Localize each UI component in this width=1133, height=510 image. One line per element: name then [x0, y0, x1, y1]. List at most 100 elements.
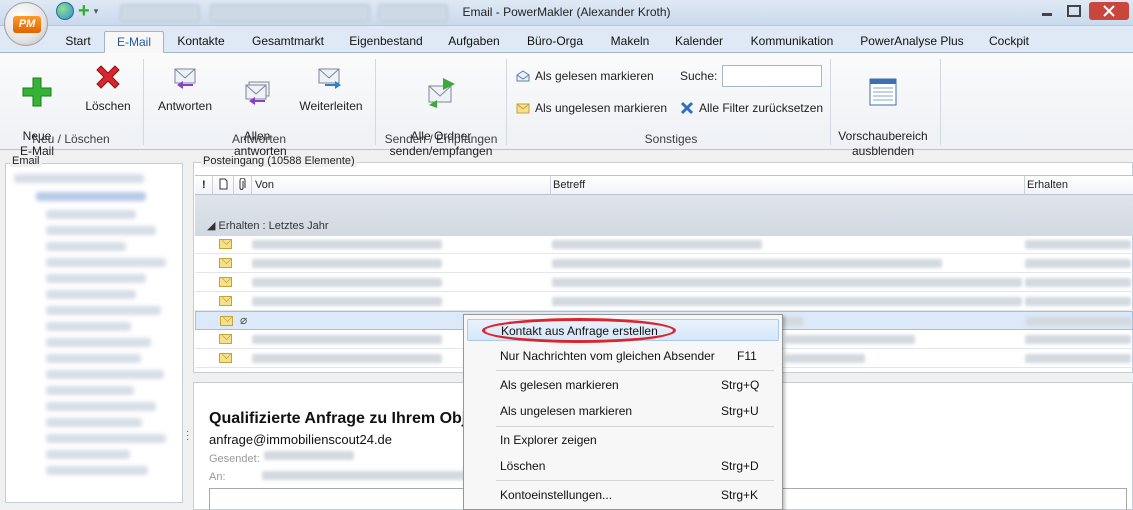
tab-kalender[interactable]: Kalender — [668, 31, 730, 53]
document-icon[interactable] — [219, 178, 228, 190]
menu-item-mark-read[interactable]: Als gelesen markieren Strg+Q — [467, 374, 779, 396]
minimize-icon[interactable] — [1035, 2, 1059, 20]
clear-filter-icon — [680, 101, 694, 115]
globe-icon[interactable] — [56, 2, 74, 20]
forward-button[interactable]: Weiterleiten — [296, 61, 366, 114]
ribbon: Neue E-Mail Löschen Neu / Löschen Antwor… — [0, 53, 1133, 158]
menu-item-label: Kontakt aus Anfrage erstellen — [501, 324, 658, 338]
preview-subject: Qualifizierte Anfrage zu Ihrem Obj — [209, 410, 467, 427]
tab-kommunikation[interactable]: Kommunikation — [742, 31, 842, 53]
menu-item-show-in-explorer[interactable]: In Explorer zeigen — [467, 429, 779, 451]
tab-aufgaben[interactable]: Aufgaben — [442, 31, 506, 53]
tab-eigenbestand[interactable]: Eigenbestand — [343, 31, 429, 53]
ribbon-separator — [375, 59, 376, 145]
envelope-icon — [220, 316, 233, 326]
table-row[interactable] — [195, 273, 1133, 292]
reset-filters-button[interactable]: Alle Filter zurücksetzen — [680, 101, 823, 115]
qat-dropdown-icon[interactable]: ▾ — [94, 6, 99, 17]
forward-icon — [318, 68, 341, 89]
send-receive-icon — [428, 78, 455, 108]
envelope-icon — [219, 258, 232, 268]
forward-label: Weiterleiten — [299, 99, 363, 113]
quick-access-toolbar: + ▾ — [56, 1, 99, 21]
envelope-icon — [219, 334, 232, 344]
delete-label: Löschen — [85, 99, 131, 113]
ribbon-separator — [506, 59, 507, 145]
menu-item-label: Als gelesen markieren — [500, 378, 619, 392]
col-received[interactable]: Erhalten — [1027, 179, 1068, 191]
group-label-new-delete: Neu / Löschen — [32, 132, 110, 146]
ribbon-separator — [143, 59, 144, 145]
search-input[interactable] — [722, 65, 823, 87]
tab-poweranalyse-plus[interactable]: PowerAnalyse Plus — [854, 31, 970, 53]
menu-item-account-settings[interactable]: Kontoeinstellungen... Strg+K — [467, 484, 779, 506]
maximize-icon[interactable] — [1062, 2, 1086, 20]
menu-item-delete[interactable]: Löschen Strg+D — [467, 455, 779, 477]
tab-buero-orga[interactable]: Büro-Orga — [520, 31, 590, 53]
attachment-icon[interactable] — [238, 178, 246, 191]
menu-item-shortcut: Strg+K — [721, 488, 759, 502]
menu-separator — [496, 370, 774, 371]
table-row[interactable] — [195, 292, 1133, 311]
mark-unread-label: Als ungelesen markieren — [535, 101, 668, 115]
column-header: ! Von Betreff Erhalten — [195, 175, 1133, 195]
delete-button[interactable]: Löschen — [82, 61, 134, 114]
reply-icon — [174, 68, 196, 89]
blurred-tab — [378, 4, 448, 22]
menu-item-create-contact[interactable]: Kontakt aus Anfrage erstellen — [467, 319, 779, 341]
close-icon[interactable] — [1089, 2, 1129, 20]
add-icon[interactable]: + — [78, 1, 90, 21]
attachment-icon: ⌀ — [240, 313, 248, 327]
tab-email[interactable]: E-Mail — [104, 31, 164, 53]
title-bar: Email - PowerMakler (Alexander Kroth) + … — [0, 0, 1133, 26]
mark-read-button[interactable]: Als gelesen markieren — [516, 69, 654, 83]
tab-gesamtmarkt[interactable]: Gesamtmarkt — [243, 31, 333, 53]
blurred-tab — [210, 4, 370, 22]
menu-item-label: Kontoeinstellungen... — [500, 488, 613, 502]
menu-item-same-sender[interactable]: Nur Nachrichten vom gleichen Absender F1… — [467, 345, 779, 367]
tab-start[interactable]: Start — [56, 31, 100, 53]
tab-cockpit[interactable]: Cockpit — [980, 31, 1038, 53]
menu-item-shortcut: Strg+U — [721, 404, 759, 418]
preview-to-label: An: — [209, 471, 226, 483]
pane-splitter[interactable]: · · · — [186, 427, 189, 445]
ribbon-separator — [940, 59, 941, 145]
table-row[interactable] — [195, 254, 1133, 273]
envelope-icon — [219, 239, 232, 249]
envelope-icon — [219, 277, 232, 287]
table-row[interactable] — [195, 235, 1133, 254]
context-menu: Kontakt aus Anfrage erstellen Nur Nachri… — [463, 314, 783, 510]
menu-item-mark-unread[interactable]: Als ungelesen markieren Strg+U — [467, 400, 779, 422]
hide-preview-button[interactable]: Vorschaubereich ausblenden — [836, 61, 930, 159]
folder-pane-label: Email — [10, 155, 42, 167]
tab-makeln[interactable]: Makeln — [604, 31, 656, 53]
menu-item-label: In Explorer zeigen — [500, 433, 597, 447]
col-subject[interactable]: Betreff — [553, 179, 585, 191]
menu-item-shortcut: Strg+Q — [721, 378, 760, 392]
menu-item-shortcut: Strg+D — [721, 459, 759, 473]
mark-unread-button[interactable]: Als ungelesen markieren — [516, 101, 667, 115]
blurred-tab — [120, 4, 200, 22]
ribbon-separator — [830, 59, 831, 145]
preview-sent-label: Gesendet: — [209, 453, 260, 465]
col-from[interactable]: Von — [255, 179, 274, 191]
preview-sender[interactable]: anfrage@immobilienscout24.de — [209, 432, 392, 447]
delete-icon — [96, 65, 120, 89]
open-envelope-icon — [516, 70, 530, 82]
group-label-send-receive: Senden / Empfangen — [384, 132, 498, 146]
tab-kontakte[interactable]: Kontakte — [170, 31, 232, 53]
menu-separator — [496, 426, 774, 427]
reply-all-icon — [245, 81, 270, 105]
menu-separator — [496, 480, 774, 481]
col-importance[interactable]: ! — [202, 179, 206, 191]
folder-tree[interactable] — [5, 163, 183, 503]
app-logo[interactable]: PM — [4, 2, 48, 46]
mark-read-label: Als gelesen markieren — [535, 69, 654, 83]
group-header[interactable]: ◢ Erhalten : Letztes Jahr — [195, 195, 1133, 236]
reset-filters-label: Alle Filter zurücksetzen — [699, 101, 824, 115]
group-label-text: Erhalten : Letztes Jahr — [218, 220, 329, 232]
reply-button[interactable]: Antworten — [154, 61, 216, 114]
menu-item-label: Nur Nachrichten vom gleichen Absender — [500, 349, 715, 363]
search-field: Suche: — [680, 65, 823, 87]
envelope-icon — [219, 296, 232, 306]
